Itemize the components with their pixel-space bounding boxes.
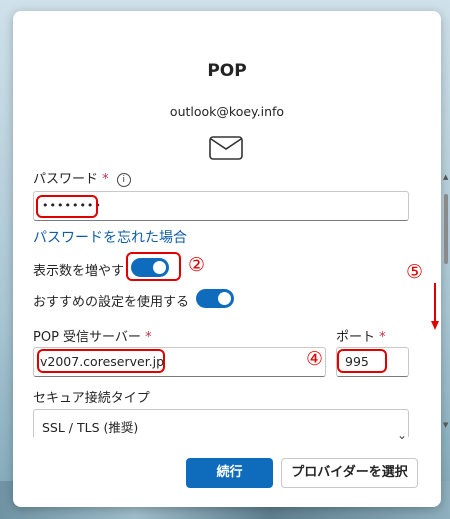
scrollbar-thumb[interactable] — [444, 194, 448, 264]
annotation-number-4: ④ — [306, 348, 324, 370]
account-email: outlook@koey.info — [169, 104, 285, 119]
pop-settings-dialog: POP outlook@koey.info パスワード * i ••••••••… — [13, 11, 448, 507]
security-type-label: セキュア接続タイプ — [33, 391, 150, 406]
pop-server-label: POP 受信サーバー * — [33, 326, 152, 345]
port-label: ポート * — [336, 326, 386, 345]
annotation-number-5: ⑤ — [406, 261, 424, 283]
annotation-box-toggle — [126, 252, 181, 281]
mail-envelope-icon — [209, 136, 243, 160]
password-label: パスワード * i — [33, 168, 131, 187]
info-icon[interactable]: i — [116, 173, 131, 187]
annotation-box-port — [337, 349, 387, 373]
show-more-label: 表示数を増やす — [33, 264, 125, 279]
continue-button[interactable]: 続行 — [186, 458, 273, 488]
choose-provider-button[interactable]: プロバイダーを選択 — [281, 458, 418, 488]
scroll-down-arrow-annotation-icon — [431, 283, 439, 330]
recommended-settings-label: おすすめの設定を使用する — [33, 295, 190, 310]
forgot-password-link[interactable]: パスワードを忘れた場合 — [33, 227, 187, 247]
required-mark: * — [102, 172, 109, 187]
recommended-settings-toggle[interactable] — [196, 289, 234, 308]
toggle-knob — [218, 292, 231, 305]
security-type-select[interactable]: SSL / TLS (推奨) — [33, 409, 409, 437]
annotation-box-password — [36, 195, 98, 218]
annotation-box-server — [37, 349, 165, 373]
annotation-number-2: ② — [188, 254, 206, 276]
pop-server-label-text: POP 受信サーバー — [33, 330, 141, 345]
dialog-title: POP — [207, 61, 247, 81]
security-type-value: SSL / TLS (推奨) — [42, 420, 139, 435]
password-label-text: パスワード — [33, 172, 99, 187]
scroll-up-icon[interactable]: ▲ — [443, 173, 448, 181]
required-mark: * — [379, 330, 386, 345]
required-mark: * — [145, 330, 152, 345]
port-label-text: ポート — [336, 330, 376, 345]
scroll-down-icon[interactable]: ▼ — [443, 421, 448, 429]
chevron-down-icon[interactable]: ⌄ — [397, 428, 407, 442]
